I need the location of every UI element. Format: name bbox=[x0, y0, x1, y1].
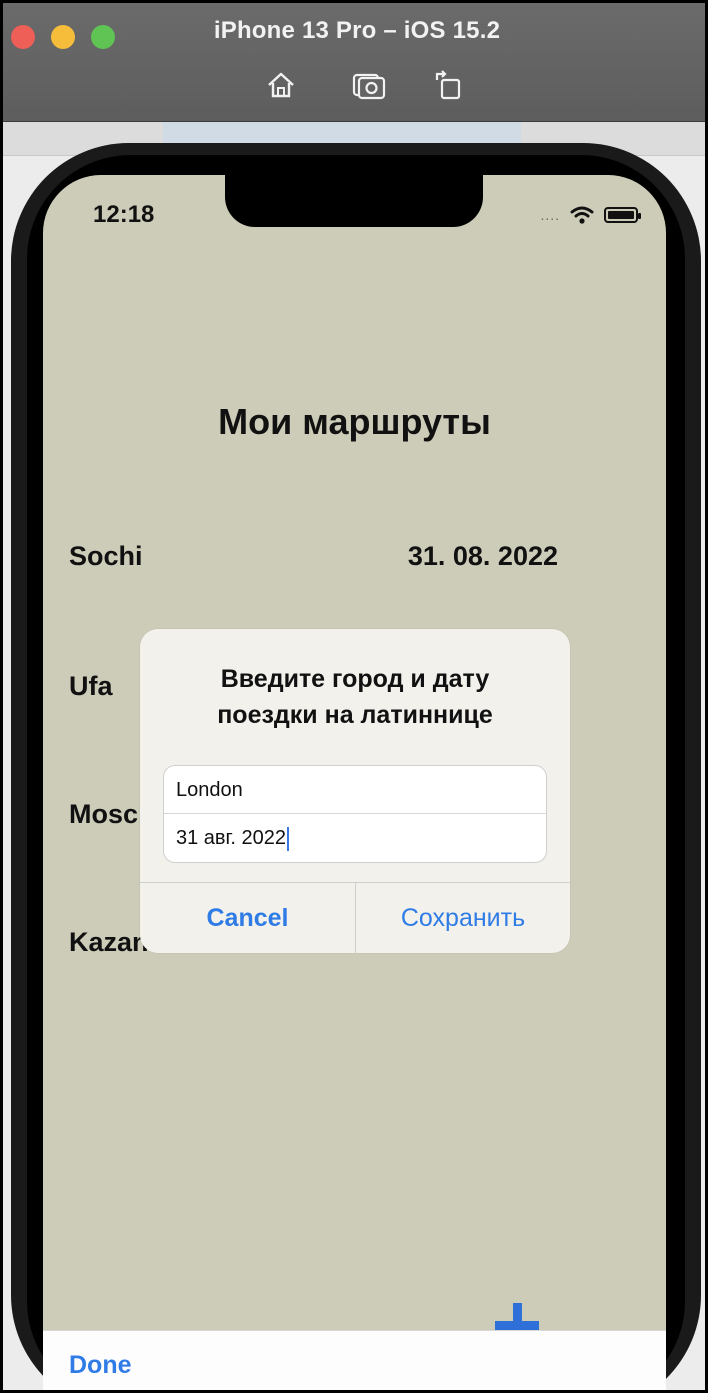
date-field-value: 31 авг. 2022 bbox=[176, 827, 287, 849]
page-title: Мои маршруты bbox=[218, 401, 491, 442]
route-city[interactable]: Ufa bbox=[69, 671, 113, 702]
screenshot-icon[interactable] bbox=[351, 67, 387, 103]
battery-icon bbox=[604, 207, 641, 223]
date-field[interactable]: 31 авг. 2022 bbox=[164, 814, 546, 862]
done-button[interactable]: Done bbox=[69, 1351, 132, 1380]
signal-dots: .... bbox=[540, 207, 560, 223]
text-caret bbox=[287, 826, 290, 851]
status-time: 12:18 bbox=[93, 201, 155, 228]
route-city[interactable]: Mosc bbox=[69, 799, 138, 830]
alert-title: Введите город и дату поездки на латинниц… bbox=[217, 665, 493, 729]
simulator-window: iPhone 13 Pro – iOS 15.2 12:18 .... Мои … bbox=[0, 0, 708, 1393]
save-button[interactable]: Сохранить bbox=[355, 883, 570, 953]
city-field-value: London bbox=[176, 779, 243, 801]
window-title: iPhone 13 Pro – iOS 15.2 bbox=[213, 17, 501, 44]
route-city[interactable]: Kazan bbox=[69, 927, 149, 958]
route-city[interactable]: Sochi bbox=[69, 541, 143, 572]
notch bbox=[225, 175, 483, 227]
cancel-button[interactable]: Cancel bbox=[140, 883, 355, 953]
rotate-icon[interactable] bbox=[431, 67, 467, 103]
wifi-icon bbox=[570, 206, 594, 224]
window-titlebar: iPhone 13 Pro – iOS 15.2 bbox=[3, 3, 705, 122]
status-indicators: .... bbox=[540, 203, 641, 227]
add-route-alert: Введите город и дату поездки на латинниц… bbox=[140, 629, 570, 953]
city-field[interactable]: London bbox=[164, 766, 546, 814]
alert-actions: Cancel Сохранить bbox=[140, 882, 570, 953]
home-icon[interactable] bbox=[263, 67, 299, 103]
bottom-toolbar: Done bbox=[43, 1330, 666, 1390]
route-date[interactable]: 31. 08. 2022 bbox=[408, 541, 558, 572]
alert-fields: London 31 авг. 2022 bbox=[163, 765, 547, 863]
